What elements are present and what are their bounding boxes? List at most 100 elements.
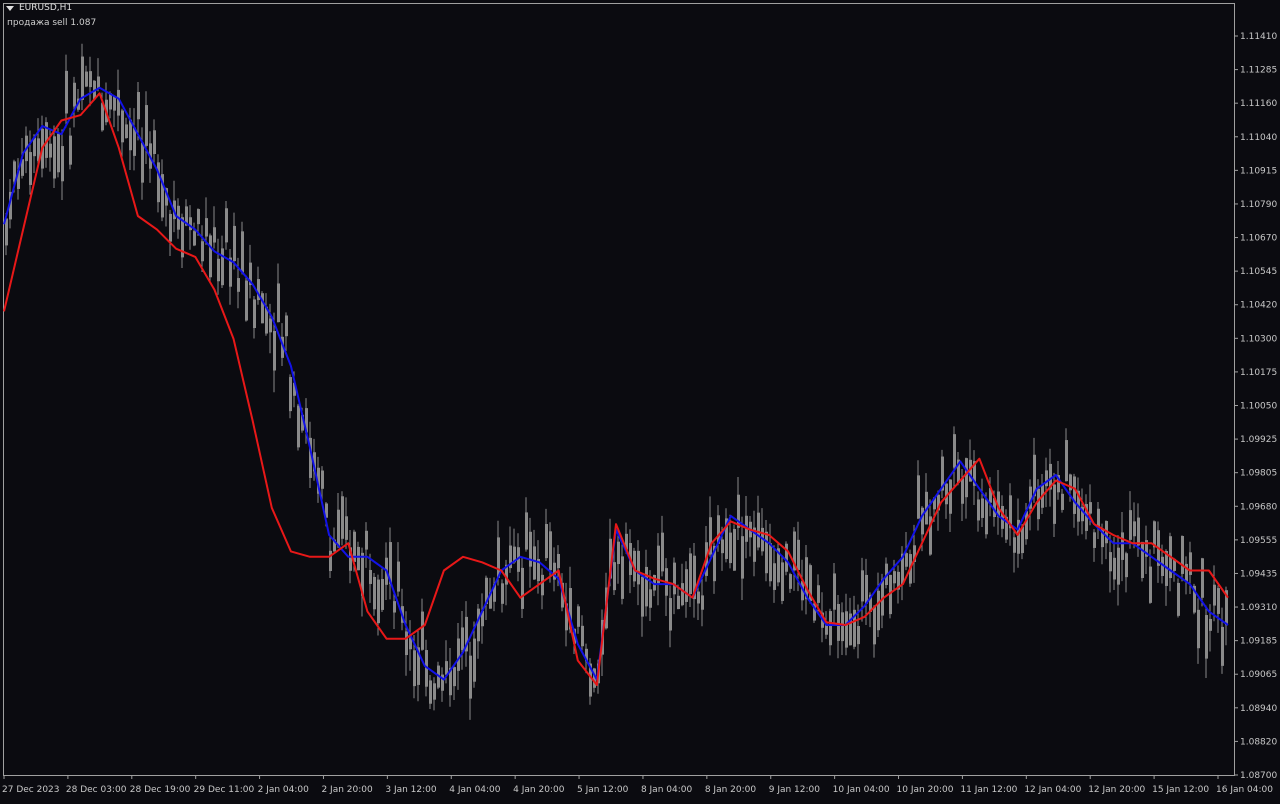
candle-body <box>861 570 864 602</box>
candle-body <box>321 470 324 489</box>
candle-body <box>905 553 908 567</box>
plot-frame <box>3 3 1235 776</box>
candle-body <box>137 92 140 120</box>
candle-body <box>1073 476 1076 514</box>
price-chart[interactable]: 1.11410 1.11285 1.11160 1.11040 1.10915 1.107… <box>0 0 1280 800</box>
candle-body <box>97 76 100 89</box>
candle-body <box>457 638 460 671</box>
time-tick-label: 11 Jan 12:00 <box>960 785 1017 795</box>
candle-body <box>377 579 380 624</box>
candle-body <box>169 213 172 242</box>
candle-body <box>677 595 680 610</box>
candle-body <box>521 567 524 609</box>
time-tick-label: 29 Dec 11:00 <box>194 785 255 795</box>
price-tick-label: 1.10300 <box>1240 334 1277 344</box>
time-tick-label: 15 Jan 12:00 <box>1152 785 1209 795</box>
time-tick-label: 27 Dec 2023 <box>2 785 60 795</box>
candle-body <box>641 576 644 617</box>
candle-body <box>1205 615 1208 659</box>
candle-body <box>233 225 236 262</box>
candle-body <box>541 574 544 596</box>
candle-body <box>1177 582 1180 616</box>
time-tick-label: 12 Jan 20:00 <box>1088 785 1145 795</box>
time-tick-label: 8 Jan 04:00 <box>641 785 693 795</box>
candle-body <box>221 248 224 286</box>
candle-body <box>921 507 924 535</box>
dropdown-caret-icon[interactable] <box>6 5 14 11</box>
candle-body <box>1217 588 1220 614</box>
candle-body <box>617 541 620 565</box>
price-tick-label: 1.09185 <box>1240 637 1277 647</box>
candle-body <box>141 142 144 183</box>
time-tick-label: 5 Jan 12:00 <box>577 785 629 795</box>
candle-body <box>981 498 984 518</box>
candle-body <box>269 318 272 333</box>
candle-body <box>1133 521 1136 537</box>
candle-body <box>661 532 664 572</box>
time-tick-label: 10 Jan 20:00 <box>897 785 954 795</box>
price-tick-label: 1.11410 <box>1240 32 1277 42</box>
time-axis[interactable]: 27 Dec 2023 28 Dec 03:00 28 Dec 19:00 29 De… <box>2 775 1273 795</box>
candle-body <box>253 299 256 329</box>
candle-body <box>797 539 800 571</box>
candle-body <box>1137 517 1140 546</box>
candle-body <box>917 475 920 519</box>
chart-area[interactable]: 1.11410 1.11285 1.11160 1.11040 1.10915 1.107… <box>0 0 1280 800</box>
symbol-header[interactable]: EURUSD,H1 <box>6 3 72 13</box>
candle-body <box>1129 510 1132 540</box>
candle-body <box>1061 493 1064 510</box>
candle-body <box>445 661 448 675</box>
candle-body <box>89 71 92 88</box>
candle-body <box>341 496 344 539</box>
candle-body <box>773 563 776 590</box>
candle-body <box>125 124 128 139</box>
price-tick-label: 1.08940 <box>1240 704 1277 714</box>
candle-body <box>357 546 360 571</box>
candle-body <box>637 550 640 585</box>
candle-body <box>681 583 684 606</box>
time-tick-label: 2 Jan 04:00 <box>258 785 310 795</box>
candles-layer <box>5 43 1228 720</box>
candle-body <box>857 626 860 645</box>
candle-body <box>497 537 500 578</box>
candle-body <box>245 280 248 321</box>
candle-body <box>701 595 704 610</box>
blue-indicator-line <box>3 86 1229 681</box>
candle-body <box>225 208 228 243</box>
candle-body <box>433 683 436 700</box>
time-tick-label: 8 Jan 20:00 <box>705 785 757 795</box>
candle-body <box>345 516 348 540</box>
candle-body <box>961 478 964 504</box>
candle-body <box>733 528 736 571</box>
candle-body <box>621 556 624 599</box>
candle-body <box>789 574 792 589</box>
candle-body <box>985 499 988 535</box>
candle-body <box>193 231 196 246</box>
candle-body <box>557 553 560 569</box>
candle-body <box>1201 558 1204 598</box>
candle-body <box>369 569 372 584</box>
candle-body <box>649 589 652 608</box>
candle-body <box>113 96 116 111</box>
indicator-label: продажа sell 1.087 <box>7 18 97 28</box>
candle-body <box>381 579 384 610</box>
price-tick-label: 1.08820 <box>1240 737 1277 747</box>
price-tick-label: 1.10790 <box>1240 200 1277 210</box>
candle-body <box>781 562 784 601</box>
candle-body <box>197 209 200 225</box>
candle-body <box>277 283 280 323</box>
candle-body <box>949 479 952 514</box>
symbol-label: EURUSD,H1 <box>19 3 73 13</box>
price-tick-label: 1.10050 <box>1240 402 1277 412</box>
candle-body <box>741 536 744 579</box>
candle-body <box>1045 470 1048 487</box>
candle-body <box>645 566 648 607</box>
candle-body <box>1013 537 1016 553</box>
candle-body <box>669 598 672 631</box>
time-tick-label: 9 Jan 12:00 <box>769 785 821 795</box>
price-axis[interactable]: 1.11410 1.11285 1.11160 1.11040 1.10915 1.107… <box>1234 32 1277 781</box>
candle-body <box>1181 535 1184 574</box>
candle-body <box>213 227 216 243</box>
price-tick-label: 1.10420 <box>1240 301 1277 311</box>
candle-body <box>697 591 700 604</box>
